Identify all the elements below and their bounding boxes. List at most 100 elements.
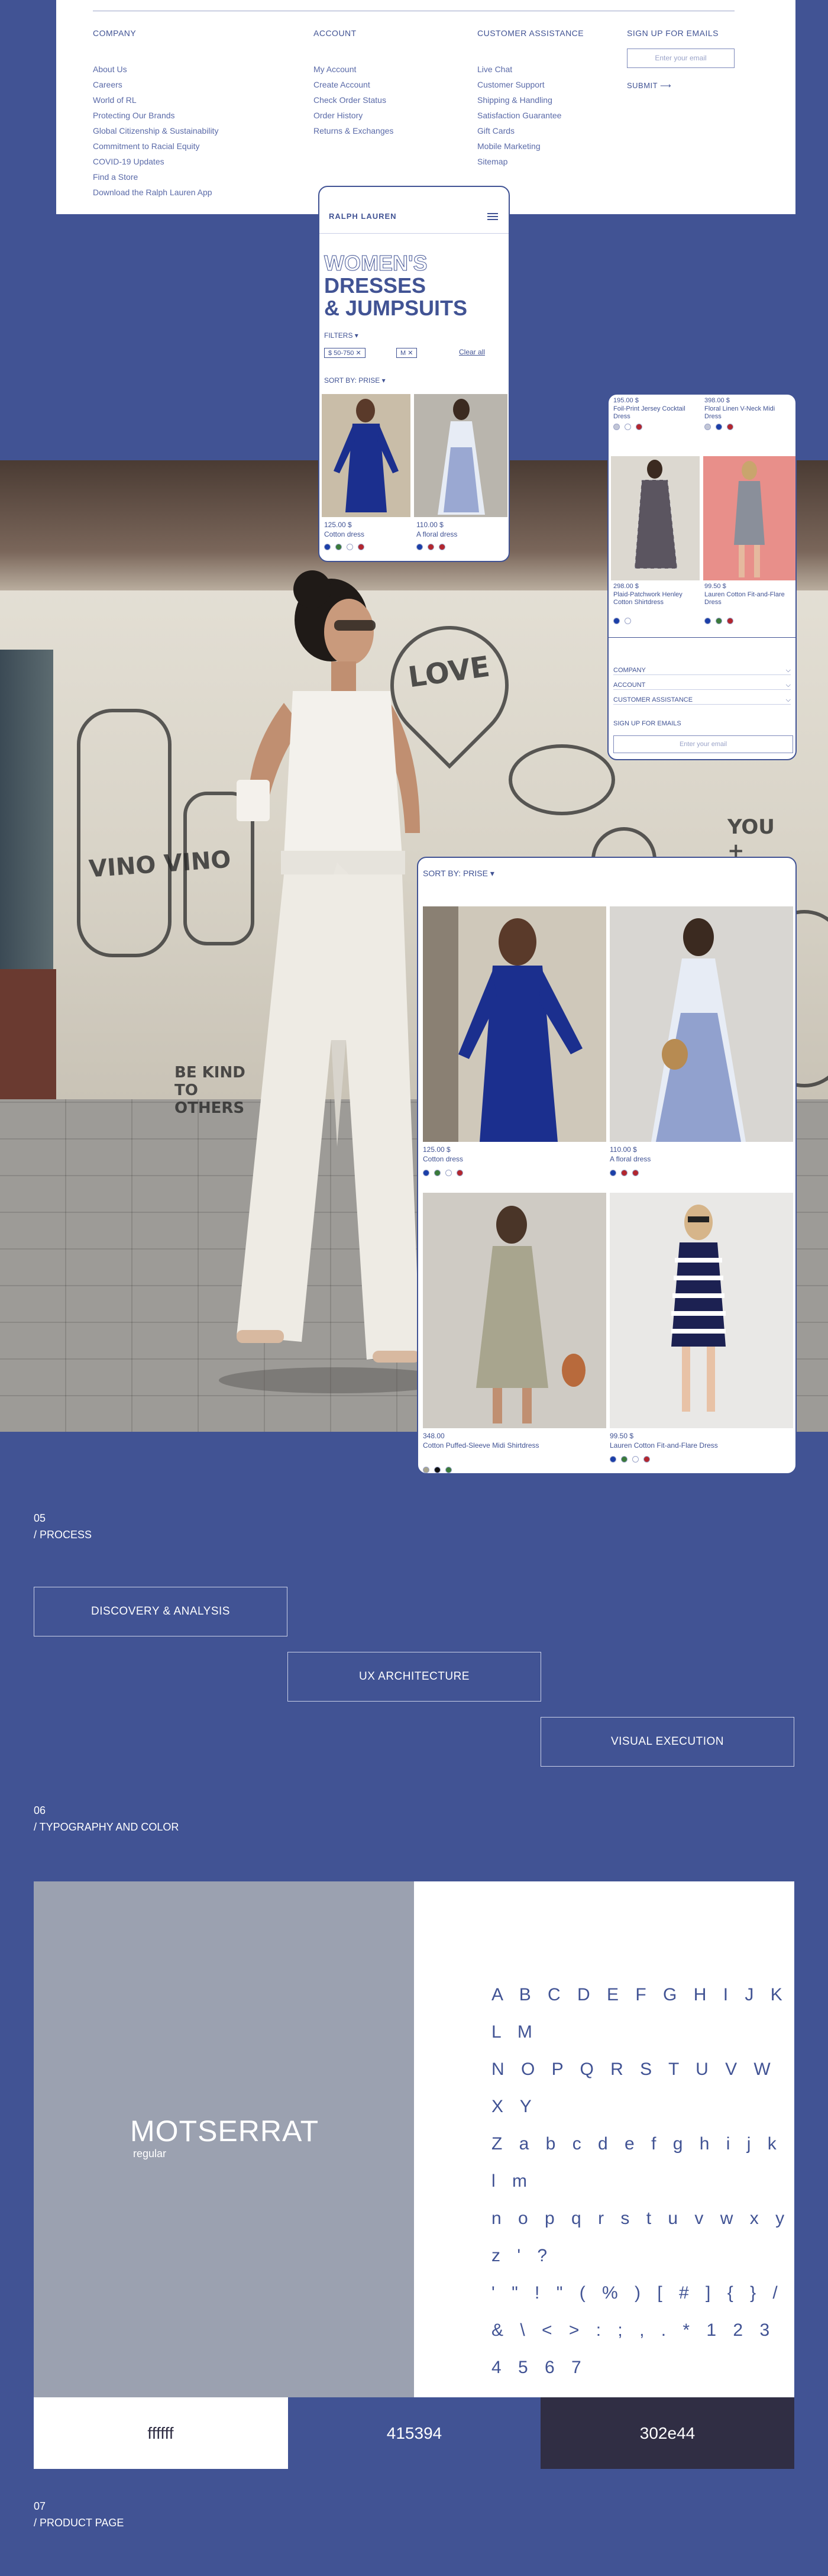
product-name[interactable]: Plaid-Patchwork Henley Cotton Shirtdress (613, 591, 696, 606)
product-name[interactable]: Cotton Puffed-Sleeve Midi Shirtdress (423, 1441, 541, 1450)
product-image-floral-dress[interactable] (414, 394, 507, 517)
swatch-grey[interactable] (613, 424, 620, 431)
swatch-red[interactable] (358, 544, 364, 551)
color-swatches (324, 542, 369, 553)
footer-link[interactable]: About Us (93, 62, 218, 77)
footer-link[interactable]: World of RL (93, 92, 218, 108)
submit-button[interactable]: SUBMIT ⟶ (627, 81, 735, 91)
section-title: / PROCESS (34, 1529, 92, 1541)
swatch-red[interactable] (428, 544, 434, 551)
product-image-plaid-shirtdress[interactable] (611, 456, 700, 580)
product-name[interactable]: Foil-Print Jersey Cocktail Dress (613, 405, 696, 421)
chevron-down-icon: ⌵ (785, 696, 791, 703)
process-step-visual-execution: VISUAL EXECUTION (541, 1717, 794, 1767)
footer-link[interactable]: Live Chat (477, 62, 584, 77)
hamburger-menu-icon[interactable] (487, 213, 498, 220)
product-name[interactable]: Floral Linen V-Neck Midi Dress (704, 405, 793, 421)
footer-link[interactable]: Download the Ralph Lauren App (93, 185, 218, 200)
footer-link[interactable]: Find a Store (93, 169, 218, 185)
swatch-navy[interactable] (610, 1170, 616, 1177)
swatch-navy[interactable] (416, 544, 423, 551)
footer-link[interactable]: Shipping & Handling (477, 92, 584, 108)
swatch-white[interactable] (632, 1456, 639, 1463)
accordion-account[interactable]: ACCOUNT ⌵ (613, 682, 791, 690)
swatch-green[interactable] (445, 1467, 452, 1473)
footer-link[interactable]: Customer Support (477, 77, 584, 92)
swatch-red[interactable] (457, 1170, 463, 1177)
swatch-red[interactable] (636, 424, 642, 431)
footer-link[interactable]: My Account (313, 62, 393, 77)
swatch-red[interactable] (727, 618, 733, 625)
product-name[interactable]: Lauren Cotton Fit-and-Flare Dress (610, 1441, 787, 1450)
swatch-white[interactable] (347, 544, 353, 551)
swatch-red[interactable] (727, 424, 733, 431)
product-price: 298.00 $ (613, 583, 639, 590)
swatch-green[interactable] (621, 1456, 628, 1463)
footer-link[interactable]: Gift Cards (477, 123, 584, 138)
footer-link[interactable]: COVID-19 Updates (93, 154, 218, 169)
footer-link[interactable]: Global Citizenship & Sustainability (93, 123, 218, 138)
clear-all-link[interactable]: Clear all (459, 348, 485, 356)
accordion-company[interactable]: COMPANY ⌵ (613, 667, 791, 675)
product-image-floral-dress[interactable] (610, 906, 793, 1142)
footer-link[interactable]: Commitment to Racial Equity (93, 138, 218, 154)
product-price: 348.00 (423, 1432, 445, 1440)
swatch-green[interactable] (434, 1170, 441, 1177)
product-name[interactable]: Cotton dress (423, 1155, 463, 1163)
footer-link[interactable]: Order History (313, 108, 393, 123)
color-swatches (704, 422, 738, 432)
product-image-striped-dress[interactable] (610, 1193, 793, 1428)
footer-link[interactable]: Protecting Our Brands (93, 108, 218, 123)
email-input[interactable]: Enter your email (613, 735, 793, 753)
signup-title: SIGN UP FOR EMAILS (627, 28, 719, 38)
email-input[interactable]: Enter your email (627, 49, 735, 68)
filter-chip-price[interactable]: $ 50-750 ✕ (324, 348, 366, 358)
sort-dropdown[interactable]: SORT BY: PRISE ▾ (423, 869, 494, 879)
swatch-navy[interactable] (704, 618, 711, 625)
swatch-white[interactable] (445, 1170, 452, 1177)
footer-link[interactable]: Mobile Marketing (477, 138, 584, 154)
swatch-khaki[interactable] (423, 1467, 429, 1473)
swatch-navy[interactable] (423, 1170, 429, 1177)
accordion-customer-assistance[interactable]: CUSTOMER ASSISTANCE ⌵ (613, 696, 791, 705)
footer-link[interactable]: Sitemap (477, 154, 584, 169)
brand-logo[interactable]: RALPH LAUREN (329, 212, 397, 221)
color-swatch-blue: 415394 (287, 2397, 541, 2469)
swatch-navy[interactable] (613, 618, 620, 625)
filter-chip-size[interactable]: M ✕ (396, 348, 418, 358)
swatch-green[interactable] (335, 544, 342, 551)
swatch-grey[interactable] (704, 424, 711, 431)
product-name[interactable]: Lauren Cotton Fit-and-Flare Dress (704, 591, 793, 606)
swatch-black[interactable] (434, 1467, 441, 1473)
swatch-red[interactable] (643, 1456, 650, 1463)
product-name[interactable]: A floral dress (610, 1155, 651, 1163)
footer-link[interactable]: Careers (93, 77, 218, 92)
filters-toggle[interactable]: FILTERS ▾ (324, 331, 358, 340)
footer-link[interactable]: Create Account (313, 77, 393, 92)
product-image-fit-and-flare[interactable] (703, 456, 795, 580)
swatch-white[interactable] (625, 618, 631, 625)
swatch-navy[interactable] (324, 544, 331, 551)
product-name[interactable]: Cotton dress (324, 530, 364, 538)
footer-link[interactable]: Returns & Exchanges (313, 123, 393, 138)
swatch-navy[interactable] (716, 424, 722, 431)
product-image-cotton-dress[interactable] (423, 906, 606, 1142)
swatch-green[interactable] (716, 618, 722, 625)
sort-dropdown[interactable]: SORT BY: PRISE ▾ (324, 376, 386, 385)
footer-column-title: COMPANY (93, 28, 137, 38)
swatch-white[interactable] (625, 424, 631, 431)
color-swatches (416, 542, 450, 553)
product-name[interactable]: A floral dress (416, 530, 457, 538)
page-title: DRESSES (324, 273, 426, 298)
product-price: 110.00 $ (416, 521, 444, 529)
footer-link[interactable]: Check Order Status (313, 92, 393, 108)
product-image-shirtdress[interactable] (423, 1193, 606, 1428)
swatch-navy[interactable] (610, 1456, 616, 1463)
swatch-red[interactable] (439, 544, 445, 551)
product-image-cotton-dress[interactable] (322, 394, 410, 517)
swatch-red[interactable] (632, 1170, 639, 1177)
swatch-red[interactable] (621, 1170, 628, 1177)
section-title: / TYPOGRAPHY AND COLOR (34, 1821, 179, 1833)
window (0, 650, 53, 981)
footer-link[interactable]: Satisfaction Guarantee (477, 108, 584, 123)
